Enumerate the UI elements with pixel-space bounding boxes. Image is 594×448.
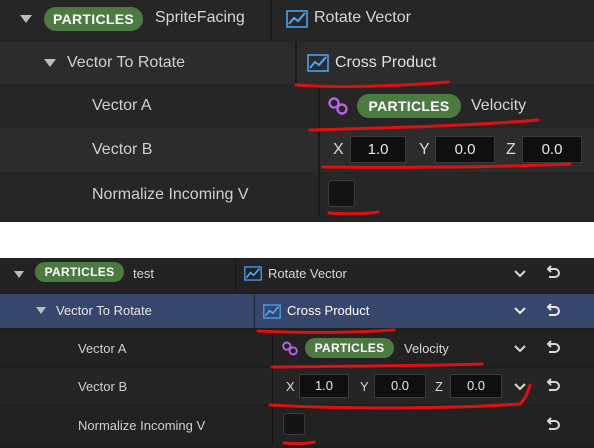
annotation-underline xyxy=(256,328,532,446)
bottom-panel: PARTICLES test Rotate Vector Vector To R… xyxy=(0,258,594,448)
annotation-underline xyxy=(294,80,572,216)
separator-gap xyxy=(0,222,594,258)
top-panel: PARTICLES SpriteFacing Rotate Vector Vec… xyxy=(0,0,594,222)
